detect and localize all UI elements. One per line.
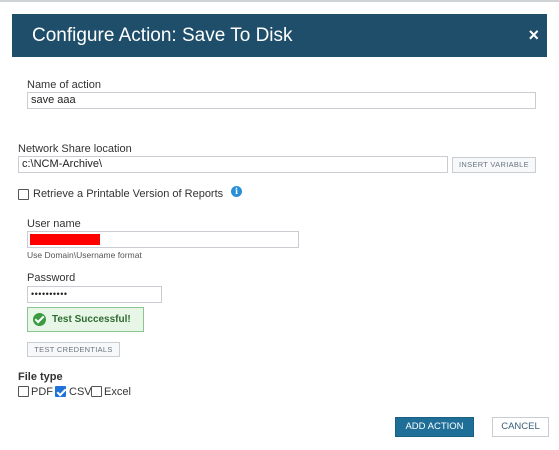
password-label: Password (27, 272, 76, 284)
csv-checkbox[interactable] (55, 386, 66, 397)
csv-label: CSV (69, 386, 92, 398)
info-icon[interactable]: i (231, 186, 242, 197)
insert-variable-button[interactable]: INSERT VARIABLE (452, 157, 536, 173)
action-name-label: Name of action (27, 79, 101, 91)
pdf-label: PDF (31, 386, 53, 398)
action-name-input[interactable]: save aaa (27, 92, 536, 109)
cancel-button[interactable]: CANCEL (492, 417, 549, 437)
network-share-label: Network Share location (18, 143, 132, 155)
redacted-username (30, 234, 100, 245)
dialog-header: Configure Action: Save To Disk × (12, 14, 547, 57)
test-status-banner: Test Successful! (27, 307, 144, 332)
username-label: User name (27, 218, 81, 230)
test-credentials-button[interactable]: TEST CREDENTIALS (27, 342, 120, 357)
username-hint: Use Domain\Username format (27, 250, 142, 260)
excel-checkbox[interactable] (91, 386, 102, 397)
check-circle-icon (33, 313, 46, 326)
file-type-label: File type (18, 371, 63, 383)
close-icon[interactable]: × (528, 26, 539, 44)
username-input[interactable] (27, 231, 299, 248)
printable-reports-checkbox[interactable] (18, 189, 29, 200)
top-border (0, 0, 559, 2)
add-action-button[interactable]: ADD ACTION (395, 417, 474, 437)
password-input[interactable]: •••••••••• (27, 286, 162, 303)
printable-reports-label: Retrieve a Printable Version of Reports (33, 188, 224, 200)
network-share-input[interactable]: c:\NCM-Archive\ (18, 156, 448, 173)
excel-label: Excel (104, 386, 131, 398)
pdf-checkbox[interactable] (18, 386, 29, 397)
dialog-title: Configure Action: Save To Disk (32, 25, 293, 46)
test-status-text: Test Successful! (52, 314, 131, 325)
